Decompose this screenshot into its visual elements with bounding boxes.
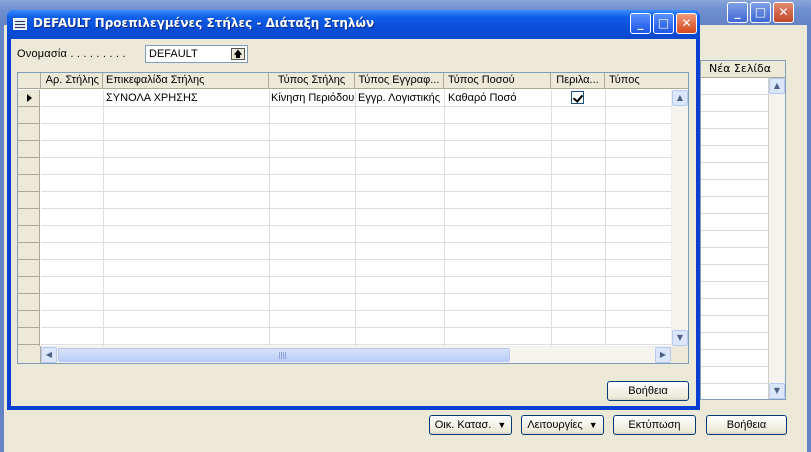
row-pointer-icon: [27, 94, 32, 102]
grid-divider: [269, 90, 270, 346]
close-button[interactable]: ✕: [676, 13, 697, 34]
bg-frame-right: [807, 25, 811, 452]
col-header-entry-type[interactable]: Τύπος Εγγραφ...: [355, 73, 444, 89]
scroll-left-icon[interactable]: ◀: [41, 347, 57, 363]
horizontal-scroll-thumb[interactable]: [58, 348, 510, 362]
scroll-up-icon[interactable]: ▲: [672, 90, 688, 106]
grid-rows[interactable]: [41, 90, 671, 346]
dropdown-arrow-icon: ▼: [497, 420, 507, 430]
included-checkbox[interactable]: [571, 91, 584, 104]
grid-divider: [551, 90, 552, 346]
grid-header: Αρ. Στήλης Επικεφαλίδα Στήλης Τύπος Στήλ…: [18, 73, 688, 89]
col-header-column-no[interactable]: Αρ. Στήλης: [41, 73, 103, 89]
grid-corner: [18, 346, 41, 363]
cell-entry-type[interactable]: Εγγρ. Λογιστικής: [358, 90, 444, 106]
col-header-column-type[interactable]: Τύπος Στήλης: [269, 73, 355, 89]
bg-vertical-scrollbar[interactable]: ▲ ▼: [768, 78, 785, 399]
table-icon: [13, 18, 27, 30]
grid-header-corner: [18, 73, 41, 89]
bg-grid-rows: [701, 78, 769, 399]
grid-horizontal-scrollbar[interactable]: ◀ ▶: [41, 346, 671, 363]
menu-button-1-label: Οικ. Κατασ.: [434, 419, 492, 431]
cell-amount-type[interactable]: Καθαρό Ποσό: [448, 90, 551, 106]
cell-column-no[interactable]: [41, 90, 103, 106]
col-header-amount-type[interactable]: Τύπος Ποσού: [444, 73, 551, 89]
scroll-up-icon[interactable]: ▲: [769, 78, 785, 94]
print-button[interactable]: Εκτύπωση: [613, 415, 696, 435]
maximize-button[interactable]: □: [653, 13, 674, 34]
grid-divider: [444, 90, 445, 346]
bg-close-button[interactable]: ✕: [773, 2, 794, 23]
background-grid: Νέα Σελίδα ▲ ▼: [700, 60, 786, 400]
grid-corner: [671, 346, 688, 363]
dropdown-arrow-icon: ▼: [588, 420, 598, 430]
bg-grid-header: Νέα Σελίδα: [701, 61, 785, 78]
dialog-client-area: Ονομασία . . . . . . . . . DEFAULT 🡅 Αρ.…: [11, 39, 696, 406]
bg-frame-left: [0, 25, 4, 452]
cell-column-type[interactable]: Κίνηση Περιόδου: [271, 90, 355, 106]
grid-vertical-scrollbar[interactable]: ▲ ▼: [671, 90, 688, 346]
bg-maximize-button[interactable]: □: [750, 2, 771, 23]
bg-minimize-button[interactable]: _: [727, 2, 748, 23]
col-header-included[interactable]: Περιλα...: [551, 73, 605, 89]
col-header-heading[interactable]: Επικεφαλίδα Στήλης: [103, 73, 269, 89]
scroll-down-icon[interactable]: ▼: [672, 330, 688, 346]
grid-divider: [355, 90, 356, 346]
grid-divider: [103, 90, 104, 346]
columns-grid[interactable]: Αρ. Στήλης Επικεφαλίδα Στήλης Τύπος Στήλ…: [17, 72, 689, 364]
dialog-title: DEFAULT Προεπιλεγμένες Στήλες - Διάταξη …: [33, 16, 375, 30]
functions-button[interactable]: Λειτουργίες ▼: [521, 415, 604, 435]
menu-button-1[interactable]: Οικ. Κατασ. ▼: [429, 415, 512, 435]
column-layout-dialog: DEFAULT Προεπιλεγμένες Στήλες - Διάταξη …: [7, 10, 700, 410]
name-field-input[interactable]: DEFAULT 🡅: [145, 45, 248, 63]
grid-divider: [605, 90, 606, 346]
bg-help-button[interactable]: Βοήθεια: [706, 415, 787, 435]
help-button[interactable]: Βοήθεια: [607, 381, 689, 401]
dialog-titlebar[interactable]: DEFAULT Προεπιλεγμένες Στήλες - Διάταξη …: [7, 10, 700, 39]
scroll-right-icon[interactable]: ▶: [655, 347, 671, 363]
name-field-label: Ονομασία . . . . . . . . .: [17, 48, 126, 60]
name-field-value: DEFAULT: [149, 48, 198, 60]
cell-heading[interactable]: ΣΥΝΟΛΑ ΧΡΗΣΗΣ: [106, 90, 269, 106]
lookup-arrow-icon[interactable]: 🡅: [231, 48, 245, 60]
row-selector-column[interactable]: [18, 90, 40, 346]
scroll-down-icon[interactable]: ▼: [769, 383, 785, 399]
col-header-type[interactable]: Τύπος: [605, 73, 688, 89]
functions-button-label: Λειτουργίες: [527, 419, 583, 431]
minimize-button[interactable]: _: [630, 13, 651, 34]
